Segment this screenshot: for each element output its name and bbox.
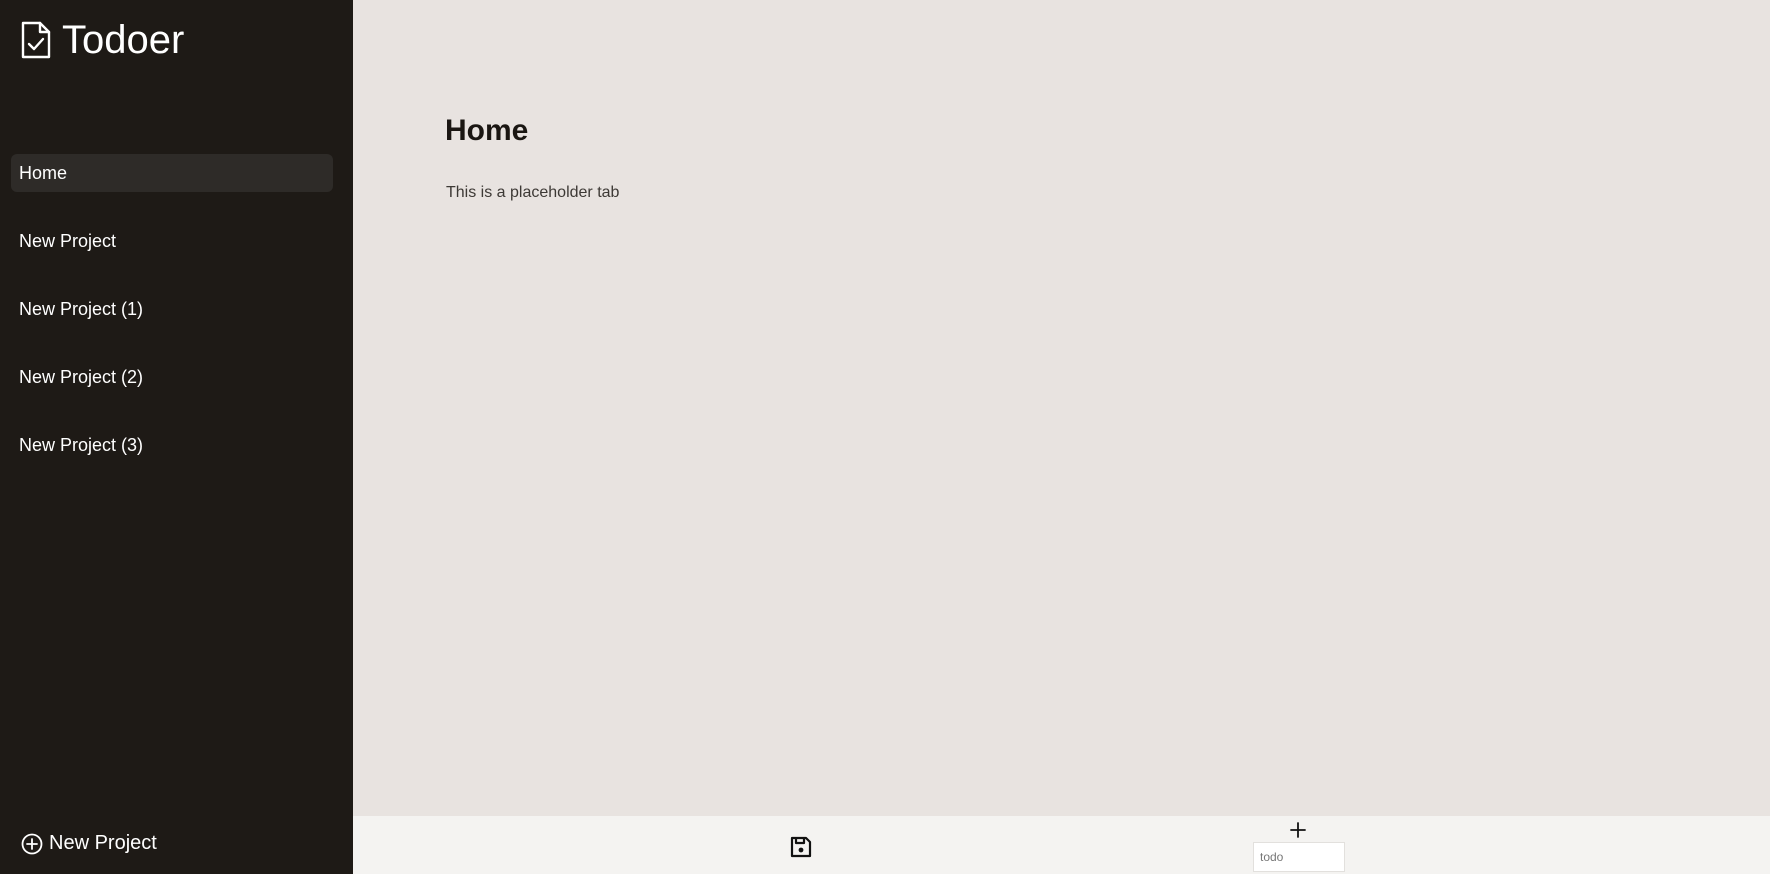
app-window: Todoer Home New Project New Project (1) … bbox=[0, 0, 1770, 874]
bottom-toolbar bbox=[353, 816, 1770, 874]
sidebar-item-new-project-1[interactable]: New Project (1) bbox=[11, 290, 333, 328]
sidebar-item-new-project-3[interactable]: New Project (3) bbox=[11, 426, 333, 464]
main-content: Home This is a placeholder tab bbox=[353, 0, 1770, 816]
brand: Todoer bbox=[20, 16, 184, 64]
plus-icon bbox=[1288, 820, 1308, 840]
project-nav: Home New Project New Project (1) New Pro… bbox=[11, 154, 333, 494]
todo-input[interactable] bbox=[1253, 842, 1345, 872]
app-title: Todoer bbox=[62, 18, 185, 62]
save-button[interactable] bbox=[789, 835, 813, 859]
sidebar-item-home[interactable]: Home bbox=[11, 154, 333, 192]
sidebar-item-new-project[interactable]: New Project bbox=[11, 222, 333, 260]
new-project-button[interactable]: New Project bbox=[21, 832, 157, 855]
document-check-icon bbox=[20, 21, 52, 59]
floppy-disk-icon bbox=[789, 835, 813, 859]
page-description: This is a placeholder tab bbox=[446, 184, 620, 201]
sidebar: Todoer Home New Project New Project (1) … bbox=[0, 0, 353, 874]
sidebar-item-new-project-2[interactable]: New Project (2) bbox=[11, 358, 333, 396]
add-todo-button[interactable] bbox=[1288, 820, 1308, 840]
plus-circle-icon bbox=[21, 833, 43, 855]
page-title: Home bbox=[445, 114, 529, 147]
new-project-label: New Project bbox=[49, 832, 157, 854]
